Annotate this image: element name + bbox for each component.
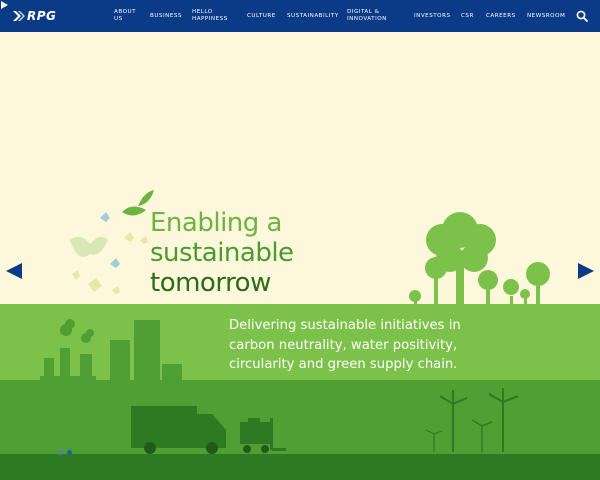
trees-illustration	[409, 212, 550, 306]
hero-banner: Enabling a sustainable tomorrow Deliveri…	[0, 32, 600, 480]
search-icon[interactable]	[576, 10, 588, 22]
nav-item-label: BUSINESS	[150, 13, 182, 19]
nav-item-label: HELLO	[192, 9, 213, 15]
nav-item-business[interactable]: BUSINESS	[150, 13, 182, 20]
logo-text: RPG	[27, 9, 57, 23]
rpg-logo[interactable]: RPG	[12, 8, 56, 24]
nav-item-investors[interactable]: INVESTORS	[414, 13, 451, 20]
play-icon[interactable]	[1, 1, 9, 9]
headline-line-3: tomorrow	[150, 268, 271, 298]
nav-item-label: INVESTORS	[414, 13, 451, 19]
nav-item-hello-happiness[interactable]: HELLO HAPPINESS	[192, 9, 228, 23]
carousel-next-arrow-icon[interactable]	[577, 262, 595, 280]
nav-item-label: HAPPINESS	[192, 16, 228, 22]
site-header: RPG ABOUT US BUSINESS HELLO HAPPINESS CULTURE…	[0, 0, 600, 32]
carousel-dots	[58, 450, 72, 455]
nav-item-culture[interactable]: CULTURE	[247, 13, 276, 20]
nav-item-csr[interactable]: CSR	[461, 13, 474, 20]
nav-item-label: DIGITAL &	[347, 9, 380, 15]
nav-item-sustainability[interactable]: SUSTAINABILITY	[287, 13, 339, 20]
nav-item-label: CSR	[461, 13, 474, 19]
carousel-prev-arrow-icon[interactable]	[5, 262, 23, 280]
nav-item-about[interactable]: ABOUT US	[114, 9, 136, 23]
nav-item-label: CULTURE	[247, 13, 276, 19]
nav-item-label: ABOUT	[114, 9, 136, 15]
nav-item-careers[interactable]: CAREERS	[486, 13, 516, 20]
carousel-dot[interactable]	[67, 450, 72, 455]
nav-item-label: INNOVATION	[347, 16, 387, 22]
headline-line-2: sustainable	[150, 238, 294, 268]
butterflies-illustration	[70, 212, 148, 294]
nav-item-newsroom[interactable]: NEWSROOM	[527, 13, 565, 20]
carousel-dot[interactable]	[58, 450, 63, 455]
logo-chevron-icon	[13, 11, 25, 21]
nav-item-label: NEWSROOM	[527, 13, 566, 19]
headline-line-1: Enabling a	[150, 208, 282, 238]
nav-item-label: US	[114, 16, 123, 22]
nav-item-label: SUSTAINABILITY	[287, 13, 339, 19]
nav-item-digital[interactable]: DIGITAL & INNOVATION	[347, 9, 387, 23]
hero-headline: Enabling a sustainable tomorrow	[150, 208, 330, 298]
hero-subtext: Delivering sustainable initiatives in ca…	[229, 318, 461, 372]
nav-item-label: CAREERS	[486, 13, 516, 19]
